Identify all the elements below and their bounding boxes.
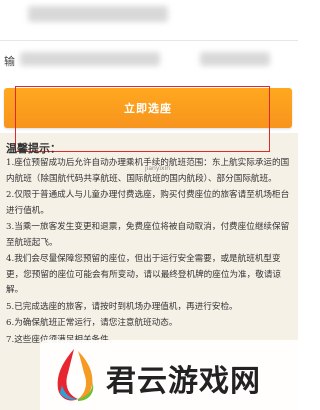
- blurred-field-content: [28, 6, 168, 22]
- tips-title: 温馨提示：: [6, 142, 61, 155]
- brand-name: 君云游戏网: [106, 364, 261, 399]
- tip-item: 3.当乘一旅客发生变更和退票，免费座位将被自动取消，付费座位继续保留至航班起飞。: [6, 222, 290, 248]
- tip-item: 2.仅限于普通成人与儿童办理付费选座，购买付费座位的旅客请至机场柜台进行值机。: [6, 190, 290, 216]
- select-seat-button-label: 立即选座: [124, 102, 172, 115]
- blurred-field-content: [200, 52, 270, 66]
- form-row-1[interactable]: [0, 0, 298, 40]
- brand-logo-icon: [57, 349, 94, 401]
- tip-item: 5.已完成选座的旅客，请按时到机场办理值机，再进行安检。: [6, 301, 238, 312]
- select-seat-button[interactable]: 立即选座: [4, 88, 292, 128]
- form-row-2[interactable]: 输: [0, 41, 298, 85]
- tip-item: 4.我们会尽量保障您预留的座位，但出于运行安全需要，或是航班机型变更，您预留的座…: [6, 254, 282, 295]
- blurred-field-content: [20, 52, 160, 66]
- tips-list: 1.座位预留成功后允许自动办理乘机手续的航班范围：东上航实际承运的国内航班（除国…: [6, 156, 292, 349]
- field-label: 输: [4, 55, 15, 68]
- watermark-text: jianyixin: [145, 165, 171, 172]
- tip-item: 6.为确保航班正常运行，请您注意航班动态。: [6, 318, 178, 328]
